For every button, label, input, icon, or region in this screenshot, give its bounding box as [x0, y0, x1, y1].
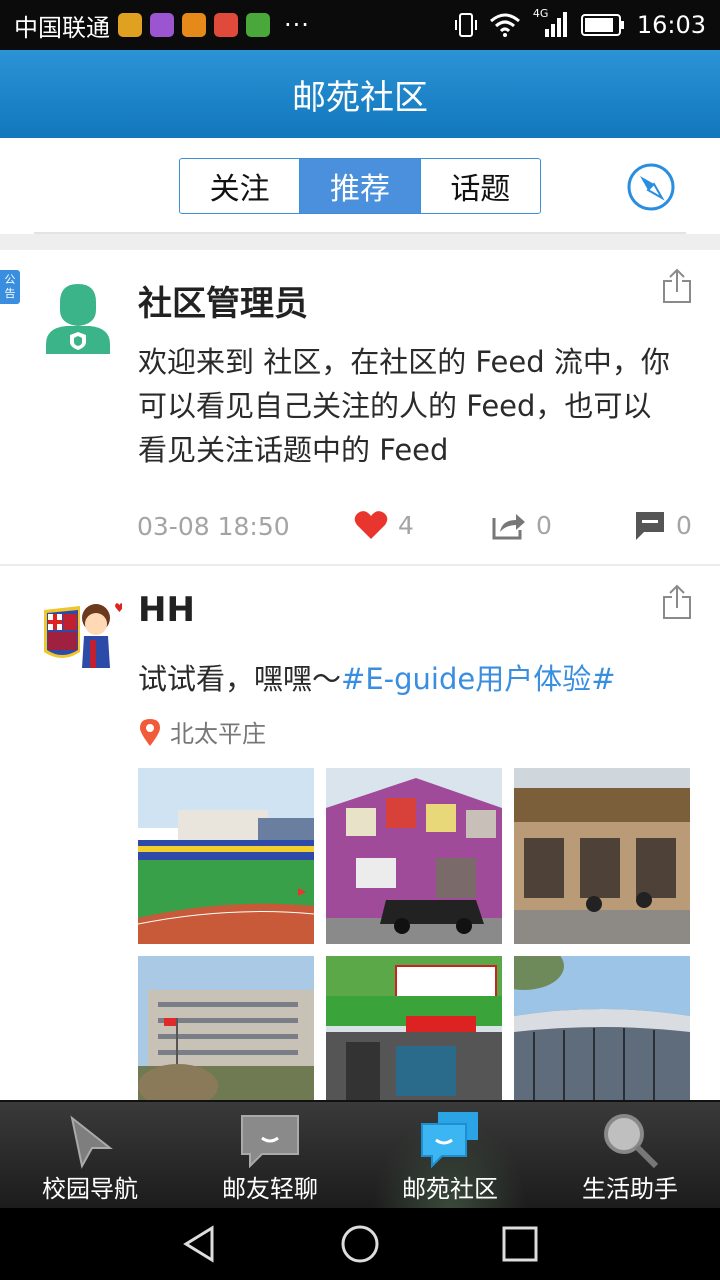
stadium-photo[interactable] [138, 768, 314, 944]
nav-community[interactable]: 邮苑社区 [360, 1102, 540, 1210]
post-content: 欢迎来到 社区，在社区的 Feed 流中，你可以看见自己关注的人的 Feed，也… [138, 345, 670, 467]
app-notification-icon [246, 13, 270, 37]
like-count: 4 [398, 510, 414, 540]
nav-chat[interactable]: 邮友轻聊 [180, 1102, 360, 1210]
user-avatar[interactable]: ♥ [40, 596, 122, 668]
comment-count: 0 [676, 510, 692, 540]
back-icon[interactable] [180, 1224, 220, 1264]
feed-post[interactable]: ♥ HH 试试看，嘿嘿～#E-guide用户体验# 北太平庄 [0, 568, 720, 1100]
topic-link[interactable]: #E-guide用户体验# [341, 662, 615, 696]
announcement-badge: 公告 [0, 270, 20, 304]
cellular-signal-icon: 4G [533, 7, 569, 39]
app-notification-icon [182, 13, 206, 37]
home-icon[interactable] [340, 1224, 380, 1264]
vibrate-icon [454, 13, 477, 37]
forward-count: 0 [536, 510, 552, 540]
system-navigation-bar [0, 1208, 720, 1280]
app-notification-icon [150, 13, 174, 37]
status-bar: 中国联通 ··· 4G 16:03 [0, 0, 720, 50]
svg-text:♥: ♥ [114, 601, 122, 615]
canteen-photo[interactable] [514, 768, 690, 944]
section-gap [0, 234, 720, 250]
segmented-control: 关注 推荐 话题 [179, 158, 541, 214]
navigation-arrow-icon [70, 1115, 113, 1169]
post-content: 试试看，嘿嘿～#E-guide用户体验# [138, 656, 616, 698]
share-icon[interactable] [662, 268, 692, 304]
post-author[interactable]: 社区管理员 [138, 276, 308, 325]
clock: 16:03 [636, 11, 706, 39]
building-photo[interactable] [326, 768, 502, 944]
post-time: 03-08 18:50 [137, 512, 290, 541]
community-chat-icon [421, 1112, 478, 1169]
forward-button[interactable]: 0 [492, 510, 552, 540]
chat-bubble-icon [241, 1115, 299, 1169]
comment-icon [636, 512, 664, 540]
gym-photo[interactable] [514, 956, 690, 1100]
tab-recommend[interactable]: 推荐 [300, 159, 421, 213]
forward-icon [492, 514, 525, 540]
nav-label: 生活助手 [582, 1175, 678, 1203]
location-label: 北太平庄 [170, 720, 266, 748]
like-button[interactable]: 4 [354, 510, 414, 540]
nav-label: 校园导航 [42, 1175, 138, 1203]
nav-life-assistant[interactable]: 生活助手 [540, 1102, 720, 1210]
bookstore-photo[interactable] [326, 956, 502, 1100]
post-text: 试试看，嘿嘿～ [138, 662, 342, 696]
post-author[interactable]: HH [138, 590, 195, 630]
app-header: 邮苑社区 [0, 50, 720, 138]
share-icon[interactable] [662, 584, 692, 620]
carrier-label: 中国联通 [14, 13, 110, 42]
page-title: 邮苑社区 [292, 77, 428, 118]
compass-icon[interactable] [626, 162, 676, 212]
nav-label: 邮友轻聊 [222, 1175, 318, 1203]
feed-post[interactable]: 公告 社区管理员 欢迎来到 社区，在社区的 Feed 流中，你可以看见自己关注的… [0, 250, 720, 566]
nav-label: 邮苑社区 [402, 1175, 498, 1203]
feed-tab-bar: 关注 推荐 话题 [0, 138, 720, 234]
heart-icon [354, 511, 388, 539]
tab-follow[interactable]: 关注 [180, 159, 301, 213]
magnifier-icon [604, 1114, 659, 1169]
post-meta: 03-08 18:50 4 0 0 [0, 510, 720, 546]
post-location[interactable]: 北太平庄 [138, 714, 266, 749]
recent-apps-icon[interactable] [500, 1224, 540, 1264]
nav-campus-navigation[interactable]: 校园导航 [0, 1102, 180, 1210]
comment-button[interactable]: 0 [634, 510, 692, 540]
location-pin-icon [140, 718, 160, 746]
wifi-icon [489, 13, 520, 37]
battery-icon [580, 14, 624, 36]
more-notifications-indicator: ··· [284, 11, 310, 39]
office-building-photo[interactable] [138, 956, 314, 1100]
tab-topics[interactable]: 话题 [421, 159, 540, 213]
admin-avatar[interactable] [44, 280, 112, 354]
app-notification-icon [214, 13, 238, 37]
app-notification-icon [118, 13, 142, 37]
bottom-navigation: 校园导航 邮友轻聊 邮苑社区 生活助手 [0, 1100, 720, 1210]
